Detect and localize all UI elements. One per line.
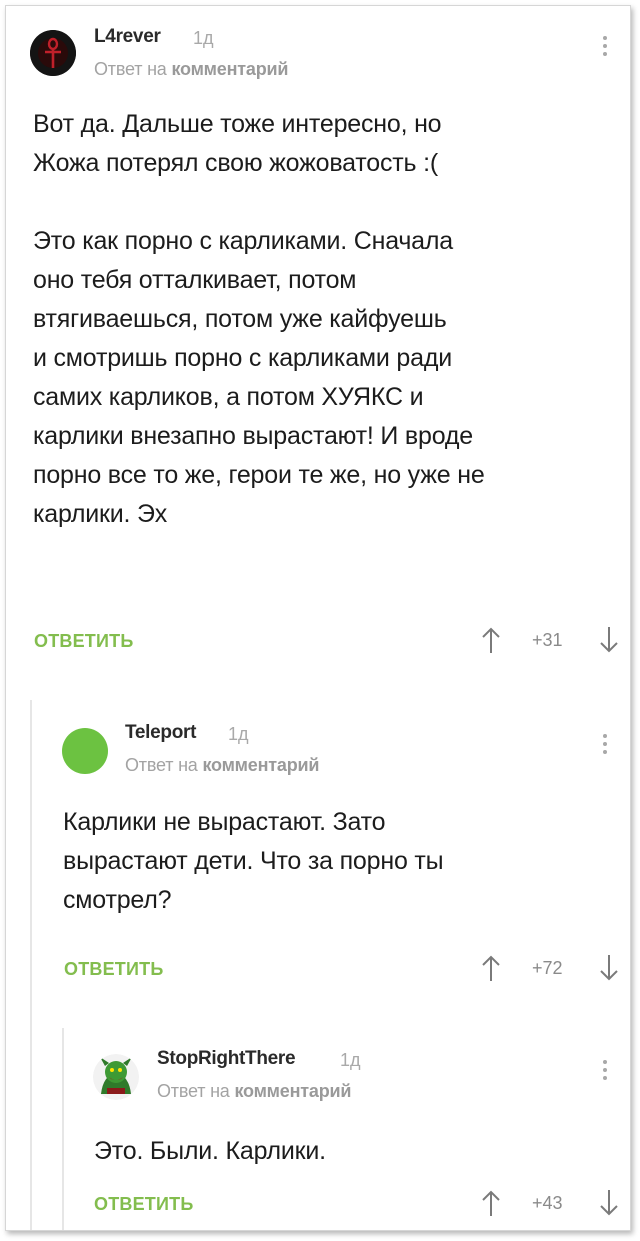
vote-controls: +31 <box>480 626 620 656</box>
reply-button[interactable]: ОТВЕТИТЬ <box>64 959 163 980</box>
vote-controls: +43 <box>480 1189 620 1219</box>
arrow-up-icon[interactable] <box>480 626 502 654</box>
thread-line <box>62 1028 64 1230</box>
username[interactable]: L4rever <box>94 26 161 48</box>
green-character-avatar-icon[interactable] <box>93 1054 139 1100</box>
thread-line <box>30 700 32 1230</box>
comment-time: 1д <box>340 1050 361 1070</box>
reply-to-target[interactable]: комментарий <box>202 755 319 775</box>
arrow-down-icon[interactable] <box>598 626 620 654</box>
more-options-icon[interactable] <box>600 36 610 66</box>
avatar[interactable] <box>62 728 108 774</box>
vote-controls: +72 <box>480 954 620 984</box>
reply-button[interactable]: ОТВЕТИТЬ <box>94 1194 193 1215</box>
more-options-icon[interactable] <box>600 1060 610 1090</box>
comment-time: 1д <box>228 724 249 744</box>
comment-body: Это. Были. Карлики. <box>94 1137 326 1165</box>
reply-to-label[interactable]: Ответ на комментарий <box>157 1081 351 1102</box>
reply-to-label[interactable]: Ответ на комментарий <box>125 755 319 776</box>
arrow-down-icon[interactable] <box>598 954 620 982</box>
vote-score: +72 <box>532 958 563 978</box>
comment-body: Вот да. Дальше тоже интересно, но Жожа п… <box>33 110 485 528</box>
username[interactable]: Teleport <box>125 722 196 744</box>
vote-score: +43 <box>532 1193 563 1213</box>
reply-to-label[interactable]: Ответ на комментарий <box>94 59 288 80</box>
comment-body: Карлики не вырастают. Зато вырастают дет… <box>63 808 444 914</box>
arrow-down-icon[interactable] <box>598 1189 620 1217</box>
reply-to-target[interactable]: комментарий <box>171 59 288 79</box>
reply-button[interactable]: ОТВЕТИТЬ <box>34 631 133 652</box>
ankh-avatar-icon[interactable] <box>30 30 76 76</box>
more-options-icon[interactable] <box>600 734 610 764</box>
vote-score: +31 <box>532 630 563 650</box>
comment-time: 1д <box>193 28 214 48</box>
arrow-up-icon[interactable] <box>480 1189 502 1217</box>
arrow-up-icon[interactable] <box>480 954 502 982</box>
comment-thread: L4rever 1д Ответ на комментарий Вот да. … <box>5 5 631 1231</box>
username[interactable]: StopRightThere <box>157 1048 296 1070</box>
reply-to-target[interactable]: комментарий <box>234 1081 351 1101</box>
